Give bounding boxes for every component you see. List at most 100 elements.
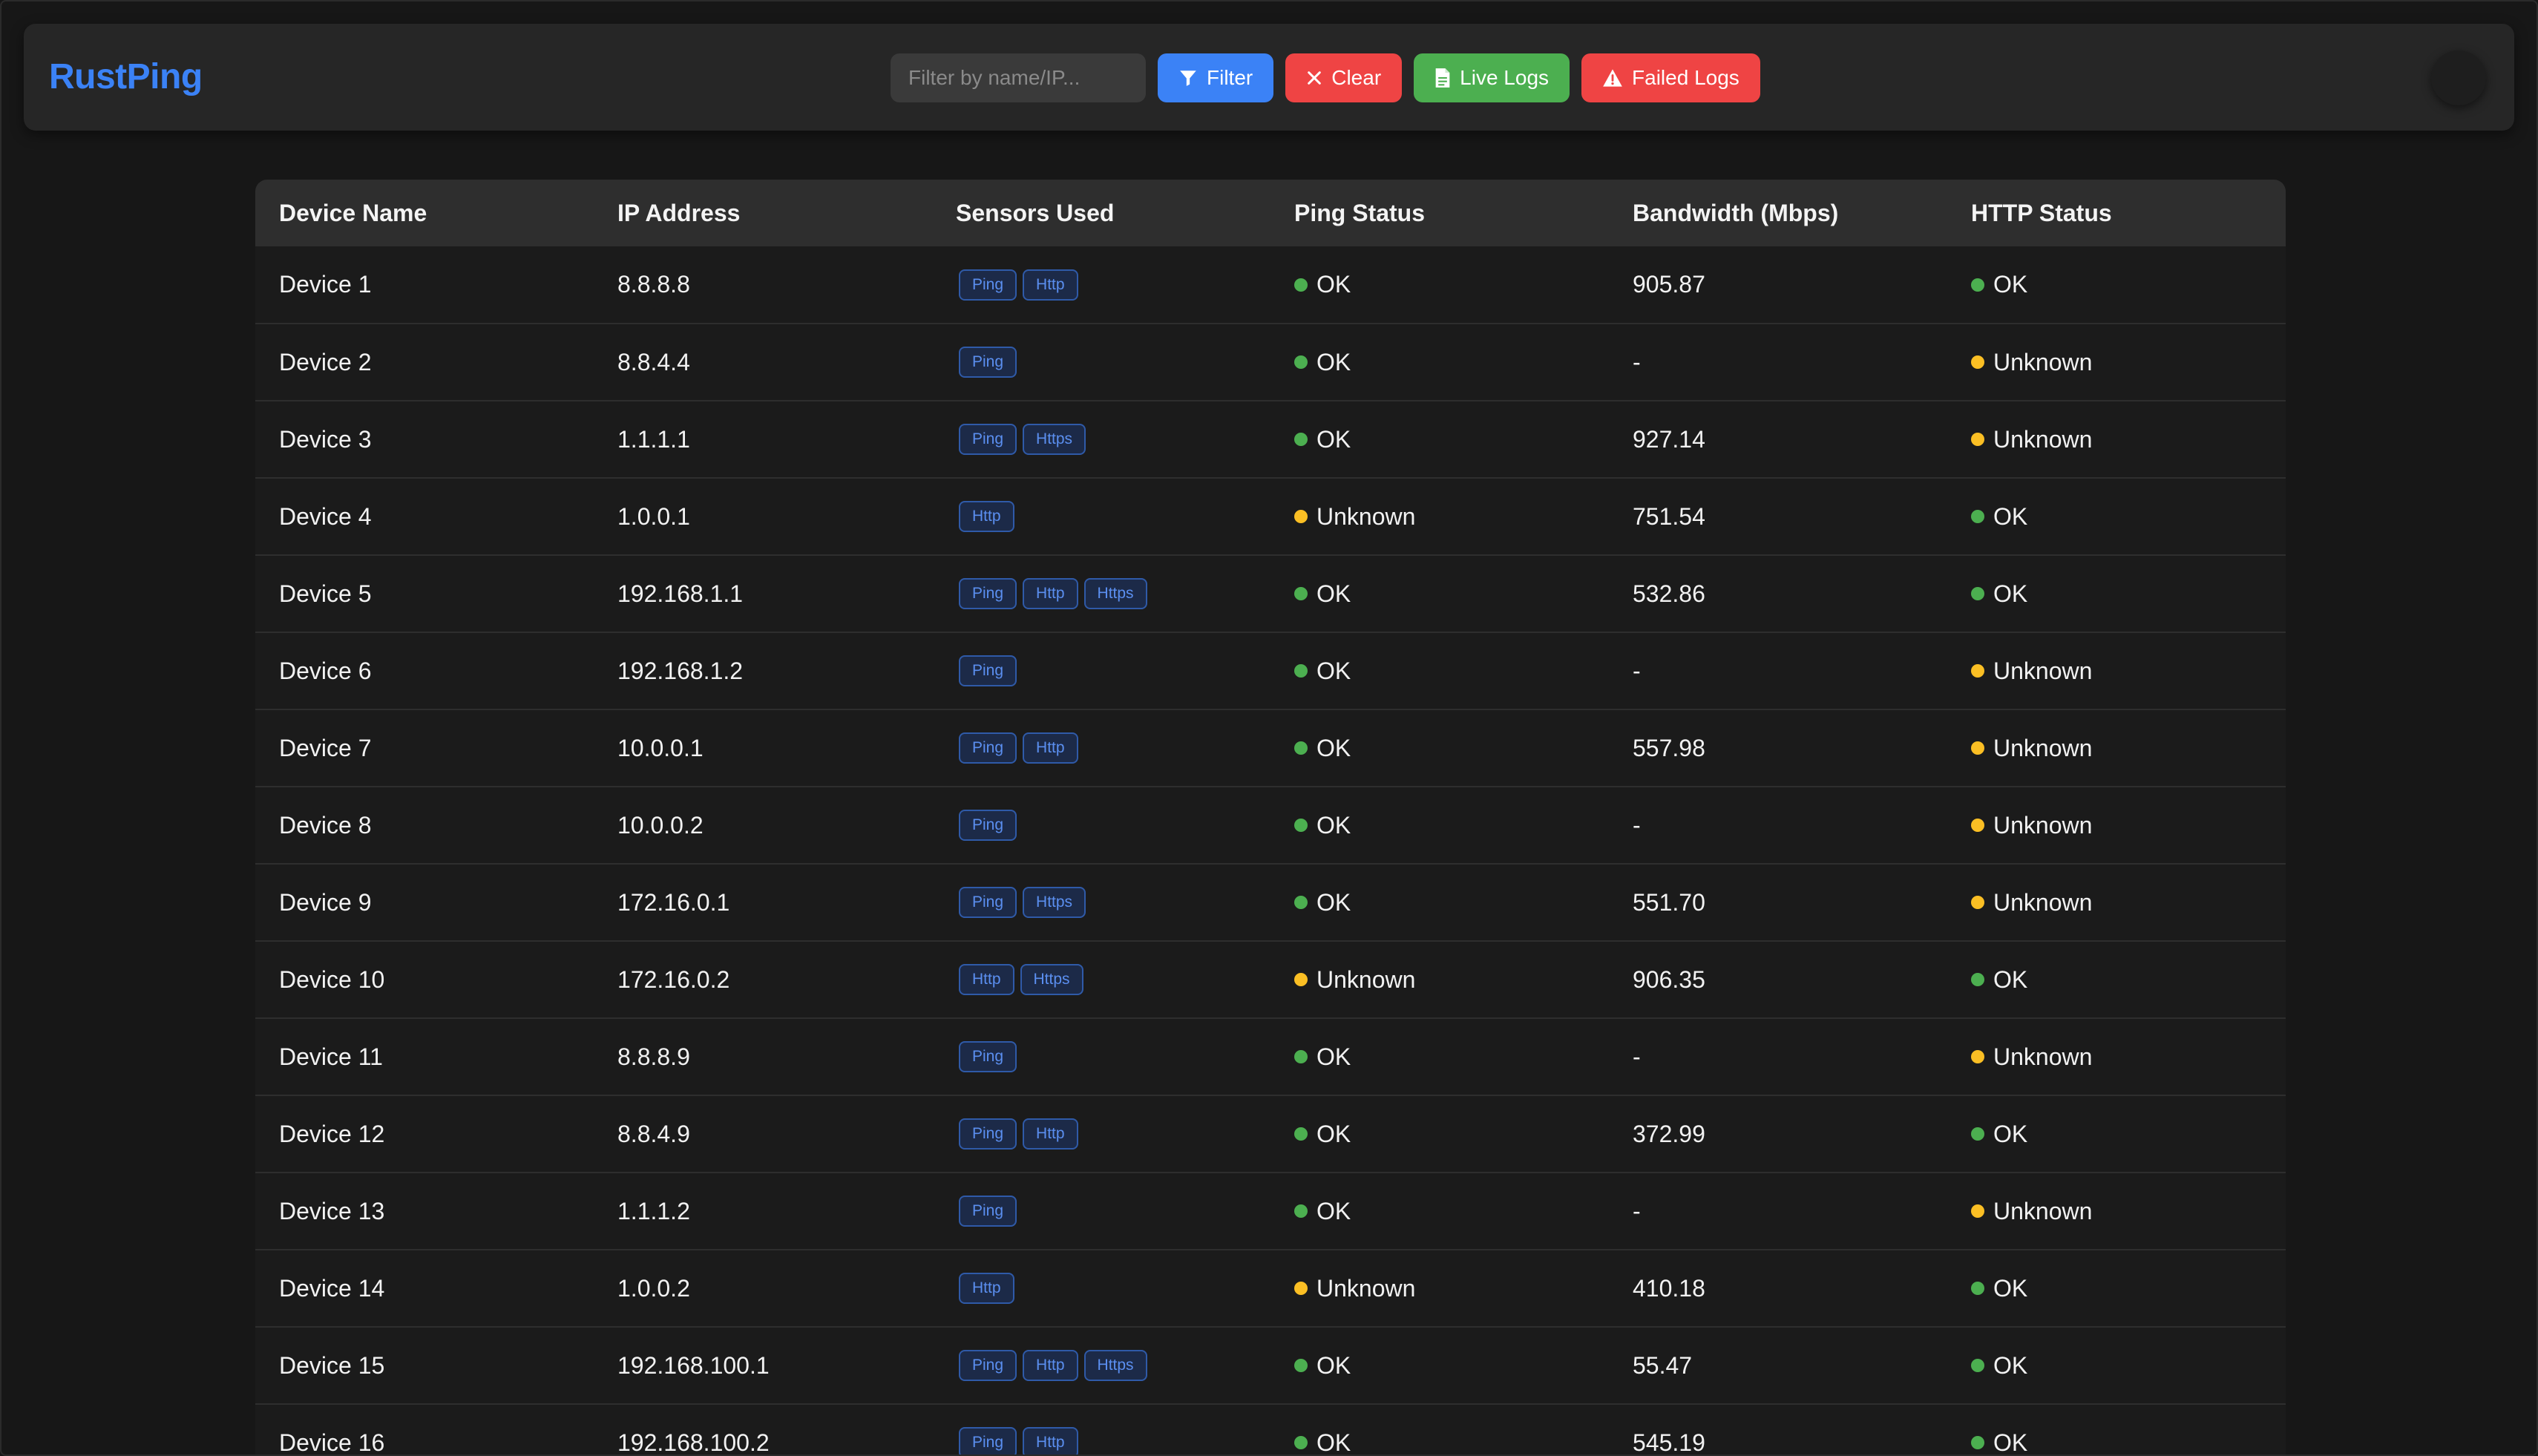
table-row[interactable]: Device 4 1.0.0.1 Http Unknown 751.54 OK — [255, 478, 2286, 555]
table-row[interactable]: Device 16 192.168.100.2 Ping Http OK 545.19 OK — [255, 1404, 2286, 1456]
sensor-tag: Http — [959, 964, 1014, 995]
bandwidth-cell: 557.98 — [1633, 734, 1705, 761]
ping-status-text: Unknown — [1316, 1274, 1416, 1302]
sensor-tag: Https — [1020, 964, 1083, 995]
column-header-device-name[interactable]: Device Name — [255, 180, 594, 246]
column-header-bandwidth[interactable]: Bandwidth (Mbps) — [1609, 180, 1947, 246]
http-status-text: Unknown — [1993, 888, 2093, 916]
ip-address-cell: 8.8.8.9 — [617, 1043, 690, 1070]
bandwidth-cell: - — [1633, 811, 1641, 839]
http-status-cell: Unknown — [1947, 1018, 2286, 1095]
status-dot-icon — [1971, 1204, 1984, 1219]
bandwidth-cell: 751.54 — [1633, 502, 1705, 530]
status-dot-icon — [1971, 1050, 1984, 1064]
live-logs-button[interactable]: Live Logs — [1414, 53, 1570, 102]
device-name-cell: Device 10 — [279, 965, 385, 993]
ip-address-cell: 172.16.0.1 — [617, 888, 730, 916]
sensor-tag: Ping — [959, 578, 1017, 609]
bandwidth-cell: 532.86 — [1633, 580, 1705, 607]
sensor-tag: Http — [1023, 1427, 1078, 1455]
http-status-cell: OK — [1947, 941, 2286, 1018]
table-row[interactable]: Device 13 1.1.1.2 Ping OK - Unknown — [255, 1173, 2286, 1250]
table-row[interactable]: Device 11 8.8.8.9 Ping OK - Unknown — [255, 1018, 2286, 1095]
ip-address-cell: 172.16.0.2 — [617, 965, 730, 993]
ping-status-cell: OK — [1270, 864, 1609, 941]
device-name-cell: Device 14 — [279, 1274, 385, 1302]
sensor-tag: Http — [1023, 578, 1078, 609]
sensors-cell: Ping Https — [932, 864, 1270, 941]
http-status-cell: Unknown — [1947, 787, 2286, 864]
device-name-cell: Device 12 — [279, 1120, 385, 1147]
ping-status-cell: OK — [1270, 1173, 1609, 1250]
table-row[interactable]: Device 8 10.0.0.2 Ping OK - Unknown — [255, 787, 2286, 864]
table-row[interactable]: Device 1 8.8.8.8 Ping Http OK 905.87 OK — [255, 246, 2286, 324]
sensor-tag: Ping — [959, 655, 1017, 686]
ip-address-cell: 192.168.1.2 — [617, 657, 744, 684]
bandwidth-cell: - — [1633, 348, 1641, 376]
table-row[interactable]: Device 2 8.8.4.4 Ping OK - Unknown — [255, 324, 2286, 401]
device-name-cell: Device 2 — [279, 348, 372, 376]
top-bar: RustPing Filter Clear Live Logs — [24, 24, 2514, 131]
status-dot-icon — [1971, 1436, 1984, 1450]
sensors-cell: Ping — [932, 1173, 1270, 1250]
column-header-http-status[interactable]: HTTP Status — [1947, 180, 2286, 246]
device-name-cell: Device 6 — [279, 657, 372, 684]
sensors-cell: Ping Http — [932, 709, 1270, 787]
ping-status-text: Unknown — [1316, 965, 1416, 993]
table-row[interactable]: Device 9 172.16.0.1 Ping Https OK 551.70 Unkno… — [255, 864, 2286, 941]
http-status-text: OK — [1993, 1120, 2028, 1147]
funnel-icon — [1178, 68, 1198, 88]
ip-address-cell: 8.8.4.9 — [617, 1120, 690, 1147]
failed-logs-button[interactable]: Failed Logs — [1581, 53, 1760, 102]
table-row[interactable]: Device 12 8.8.4.9 Ping Http OK 372.99 OK — [255, 1095, 2286, 1173]
status-dot-icon — [1971, 1359, 1984, 1373]
status-dot-icon — [1294, 1282, 1308, 1296]
http-status-cell: OK — [1947, 246, 2286, 324]
column-header-ping-status[interactable]: Ping Status — [1270, 180, 1609, 246]
moon-icon — [2446, 64, 2471, 93]
http-status-text: OK — [1993, 965, 2028, 993]
table-row[interactable]: Device 14 1.0.0.2 Http Unknown 410.18 OK — [255, 1250, 2286, 1327]
http-status-text: OK — [1993, 580, 2028, 607]
status-dot-icon — [1971, 587, 1984, 601]
ping-status-cell: OK — [1270, 787, 1609, 864]
filter-button[interactable]: Filter — [1158, 53, 1274, 102]
status-dot-icon — [1294, 819, 1308, 833]
sensor-tag: Ping — [959, 732, 1017, 764]
sensors-cell: Http — [932, 1250, 1270, 1327]
device-name-cell: Device 9 — [279, 888, 372, 916]
column-header-sensors-used[interactable]: Sensors Used — [932, 180, 1270, 246]
sensor-tag: Ping — [959, 1196, 1017, 1227]
table-row[interactable]: Device 6 192.168.1.2 Ping OK - Unknown — [255, 632, 2286, 709]
ip-address-cell: 1.1.1.1 — [617, 425, 690, 453]
sensors-cell: Ping — [932, 324, 1270, 401]
table-row[interactable]: Device 7 10.0.0.1 Ping Http OK 557.98 Unknown — [255, 709, 2286, 787]
table-row[interactable]: Device 10 172.16.0.2 Http Https Unknown 906.3… — [255, 941, 2286, 1018]
toolbar: Filter Clear Live Logs Failed Logs — [891, 53, 1760, 102]
http-status-cell: Unknown — [1947, 864, 2286, 941]
sensors-cell: Ping Http — [932, 1404, 1270, 1455]
clear-button[interactable]: Clear — [1285, 53, 1403, 102]
ping-status-text: OK — [1316, 657, 1351, 684]
table-row[interactable]: Device 15 192.168.100.1 Ping Http Https OK 55.… — [255, 1327, 2286, 1404]
status-dot-icon — [1971, 973, 1984, 987]
ping-status-text: OK — [1316, 1043, 1351, 1070]
table-row[interactable]: Device 3 1.1.1.1 Ping Https OK 927.14 Unknown — [255, 401, 2286, 478]
filter-input[interactable] — [891, 53, 1146, 102]
sensors-cell: Ping Http — [932, 1095, 1270, 1173]
status-dot-icon — [1294, 1204, 1308, 1219]
status-dot-icon — [1971, 664, 1984, 678]
sensors-cell: Http Https — [932, 941, 1270, 1018]
status-dot-icon — [1971, 1127, 1984, 1141]
ping-status-text: OK — [1316, 580, 1351, 607]
app-logo-title[interactable]: RustPing — [49, 56, 203, 97]
column-header-ip-address[interactable]: IP Address — [594, 180, 932, 246]
http-status-text: Unknown — [1993, 1197, 2093, 1224]
theme-toggle-button[interactable] — [2431, 50, 2486, 105]
table-row[interactable]: Device 5 192.168.1.1 Ping Http Https OK 532.86… — [255, 555, 2286, 632]
ping-status-text: OK — [1316, 1351, 1351, 1379]
sensor-tag: Ping — [959, 1041, 1017, 1072]
device-name-cell: Device 16 — [279, 1429, 385, 1456]
ping-status-cell: OK — [1270, 632, 1609, 709]
http-status-text: Unknown — [1993, 425, 2093, 453]
